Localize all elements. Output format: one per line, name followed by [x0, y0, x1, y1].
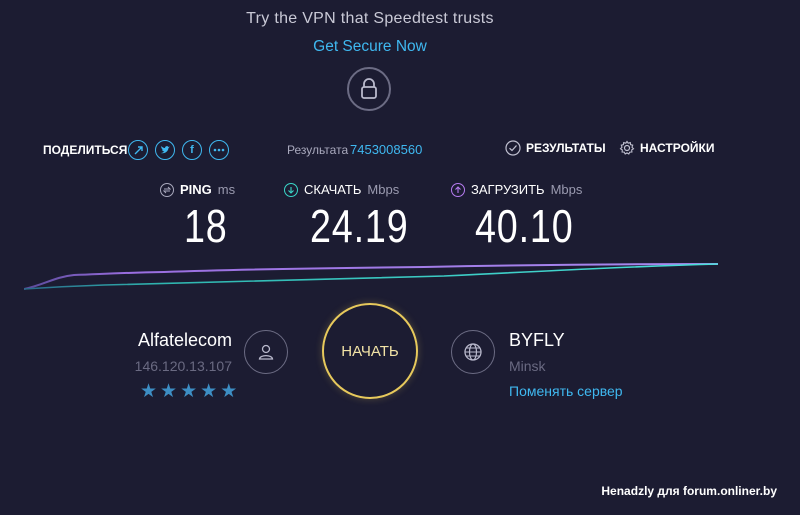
ping-unit: ms [217, 182, 236, 197]
watermark-text: Henadzly для forum.onliner.by [601, 484, 777, 498]
download-icon [284, 182, 298, 197]
facebook-icon[interactable]: f [182, 140, 202, 160]
rating-star-icon[interactable]: ★ [140, 380, 157, 403]
link-icon[interactable] [128, 140, 148, 160]
start-test-button[interactable]: НАЧАТЬ [322, 303, 418, 399]
isp-ip: 146.120.13.107 [134, 358, 232, 374]
settings-button[interactable]: НАСТРОЙКИ [619, 140, 714, 156]
ping-icon [160, 182, 174, 197]
result-id-link[interactable]: 7453008560 [350, 142, 422, 157]
download-value: 24.19 [310, 200, 409, 252]
isp-rating[interactable]: ★ ★ ★ ★ ★ [140, 380, 237, 403]
rating-star-icon[interactable]: ★ [180, 380, 197, 403]
twitter-icon[interactable] [155, 140, 175, 160]
ping-value: 18 [184, 200, 228, 252]
rating-star-icon[interactable]: ★ [200, 380, 217, 403]
rating-star-icon[interactable]: ★ [220, 380, 237, 403]
check-circle-icon [505, 140, 521, 156]
rating-star-icon[interactable]: ★ [160, 380, 177, 403]
vpn-promo-text: Try the VPN that Speedtest trusts [246, 10, 494, 27]
speed-graph [24, 263, 718, 290]
ping-metric: PING ms 18 [160, 182, 237, 253]
isp-name: Alfatelecom [137, 330, 232, 350]
gear-icon [619, 140, 635, 155]
results-button[interactable]: РЕЗУЛЬТАТЫ [505, 140, 606, 156]
download-unit: Mbps [367, 182, 400, 197]
user-icon [244, 330, 288, 374]
server-name: BYFLY [509, 330, 565, 350]
speedtest-page: Try the VPN that Speedtest trusts Get Se… [0, 0, 800, 515]
upload-value: 40.10 [475, 200, 574, 252]
lock-icon [361, 78, 377, 99]
download-metric: СКАЧАТЬ Mbps 24.19 [284, 182, 430, 253]
more-icon[interactable] [209, 140, 229, 160]
ping-label: PING [180, 182, 212, 197]
globe-icon [451, 330, 495, 374]
download-label: СКАЧАТЬ [304, 182, 362, 197]
get-secure-link[interactable]: Get Secure Now [0, 38, 740, 56]
server-city: Minsk [509, 358, 546, 374]
change-server-link[interactable]: Поменять сервер [509, 383, 623, 399]
results-label: РЕЗУЛЬТАТЫ [526, 141, 606, 155]
upload-metric: ЗАГРУЗИТЬ Mbps 40.10 [451, 182, 595, 253]
vpn-lock-button[interactable] [347, 67, 391, 111]
upload-label: ЗАГРУЗИТЬ [471, 182, 545, 197]
upload-icon [451, 182, 465, 197]
upload-unit: Mbps [550, 182, 583, 197]
share-label: ПОДЕЛИТЬСЯ [43, 143, 128, 157]
result-label: Результата [287, 143, 349, 157]
settings-label: НАСТРОЙКИ [640, 141, 715, 155]
